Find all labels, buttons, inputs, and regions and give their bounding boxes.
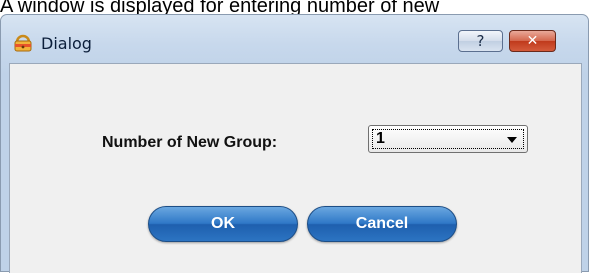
selected-value: 1 [376,130,385,147]
ok-button[interactable]: OK [148,206,298,242]
window-title: Dialog [41,34,92,53]
number-of-new-group-select[interactable]: 1 [368,125,528,153]
focus-outline [372,129,524,149]
close-icon: ✕ [526,33,539,49]
number-of-new-group-label: Number of New Group: [102,134,278,151]
warning-lock-icon [13,33,33,53]
dropdown-arrow-icon[interactable] [507,137,517,143]
close-button[interactable]: ✕ [509,30,556,52]
cancel-button[interactable]: Cancel [307,206,457,242]
help-icon: ? [476,32,485,50]
dialog-window: Dialog ? ✕ Number of New Group: 1 OK Can… [0,14,589,273]
dialog-body: Number of New Group: 1 OK Cancel [9,63,582,273]
help-button[interactable]: ? [458,30,503,52]
title-bar[interactable]: Dialog ? ✕ [1,15,588,63]
ok-button-label: OK [211,215,235,232]
cancel-button-label: Cancel [355,215,409,232]
